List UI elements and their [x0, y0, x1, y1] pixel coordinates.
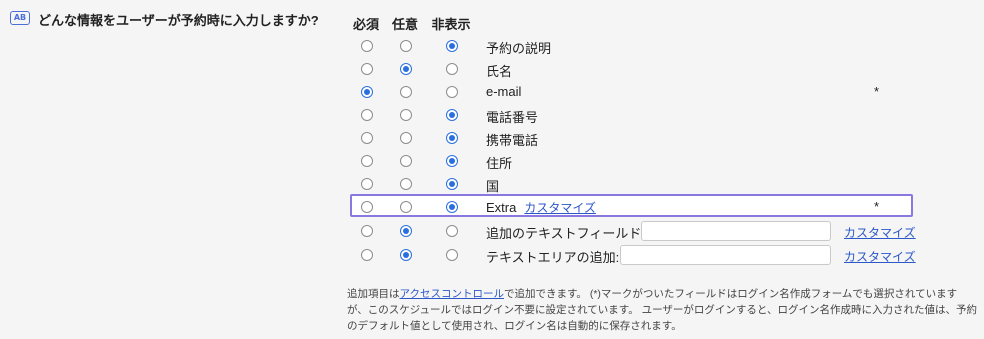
radio-optional[interactable]: [400, 178, 412, 190]
radio-optional[interactable]: [400, 201, 412, 213]
radio-hidden[interactable]: [446, 155, 458, 167]
field-label-text: 追加のテキストフィールド:: [486, 226, 645, 241]
field-label: 追加のテキストフィールド:: [486, 223, 645, 242]
radio-required[interactable]: [361, 40, 373, 52]
radio-required[interactable]: [361, 178, 373, 190]
radio-optional[interactable]: [400, 86, 412, 98]
field-label: テキストエリアの追加:: [486, 247, 619, 266]
radio-optional[interactable]: [400, 249, 412, 261]
extra-text-input[interactable]: [641, 221, 831, 241]
radio-required[interactable]: [361, 132, 373, 144]
radio-hidden[interactable]: [446, 63, 458, 75]
radio-required[interactable]: [361, 201, 373, 213]
radio-optional[interactable]: [400, 155, 412, 167]
radio-hidden[interactable]: [446, 132, 458, 144]
field-row: 電話番号: [0, 104, 984, 127]
field-row: 予約の説明: [0, 35, 984, 58]
field-row: 住所: [0, 150, 984, 173]
login-form-marker: *: [874, 199, 880, 214]
field-row: 国: [0, 173, 984, 196]
customize-link[interactable]: カスタマイズ: [844, 224, 916, 241]
field-label: 携帯電話: [486, 130, 538, 149]
field-label-text: Extra: [486, 200, 517, 215]
field-label: 予約の説明: [486, 38, 551, 57]
radio-optional[interactable]: [400, 109, 412, 121]
field-label-text: 住所: [486, 156, 513, 171]
column-hidden-header: 非表示: [431, 17, 471, 32]
field-row: 追加のテキストフィールド: カスタマイズ: [0, 220, 984, 243]
radio-hidden[interactable]: [446, 40, 458, 52]
radio-hidden[interactable]: [446, 249, 458, 261]
field-row: 携帯電話: [0, 127, 984, 150]
field-row: e-mail *: [0, 81, 984, 104]
radio-optional[interactable]: [400, 40, 412, 52]
note-prefix: 追加項目は: [347, 288, 400, 300]
field-label: 住所: [486, 153, 512, 172]
radio-optional[interactable]: [400, 63, 412, 75]
radio-hidden[interactable]: [446, 86, 458, 98]
radio-required[interactable]: [361, 109, 373, 121]
field-row: 氏名: [0, 58, 984, 81]
field-label-text: 電話番号: [486, 110, 539, 125]
radio-hidden[interactable]: [446, 178, 458, 190]
radio-hidden[interactable]: [446, 225, 458, 237]
radio-hidden[interactable]: [446, 201, 458, 213]
radio-hidden[interactable]: [446, 109, 458, 121]
section-title: どんな情報をユーザーが予約時に入力しますか?: [38, 13, 319, 28]
field-label: 電話番号: [486, 107, 538, 126]
form-fields-icon: AB: [10, 11, 30, 25]
radio-optional[interactable]: [400, 132, 412, 144]
field-label: 国: [486, 176, 499, 195]
column-optional-header: 任意: [391, 17, 418, 32]
extra-text-input[interactable]: [620, 245, 831, 265]
customize-link[interactable]: カスタマイズ: [844, 248, 916, 265]
field-label-text: 携帯電話: [486, 133, 539, 148]
login-form-marker: *: [874, 84, 880, 99]
radio-required[interactable]: [361, 63, 373, 75]
column-required-header: 必須: [352, 17, 379, 32]
radio-optional[interactable]: [400, 225, 412, 237]
field-label-text: 国: [486, 179, 500, 194]
radio-required[interactable]: [361, 155, 373, 167]
field-label-text: テキストエリアの追加:: [486, 250, 620, 265]
field-label-text: 氏名: [486, 64, 513, 79]
field-row: Extra カスタマイズ *: [0, 196, 984, 219]
radio-required[interactable]: [361, 225, 373, 237]
field-row: テキストエリアの追加: カスタマイズ: [0, 244, 984, 267]
field-label: Extra カスタマイズ: [486, 199, 596, 216]
field-label-text: e-mail: [486, 84, 522, 99]
radio-required[interactable]: [361, 249, 373, 261]
field-label: e-mail: [486, 84, 521, 99]
radio-required[interactable]: [361, 86, 373, 98]
access-control-link[interactable]: アクセスコントロール: [400, 288, 504, 300]
help-note: 追加項目はアクセスコントロールで追加できます。 (*)マークがついたフィールドは…: [347, 286, 977, 334]
field-label: 氏名: [486, 61, 512, 80]
customize-link[interactable]: カスタマイズ: [524, 201, 596, 215]
field-label-text: 予約の説明: [486, 41, 552, 56]
